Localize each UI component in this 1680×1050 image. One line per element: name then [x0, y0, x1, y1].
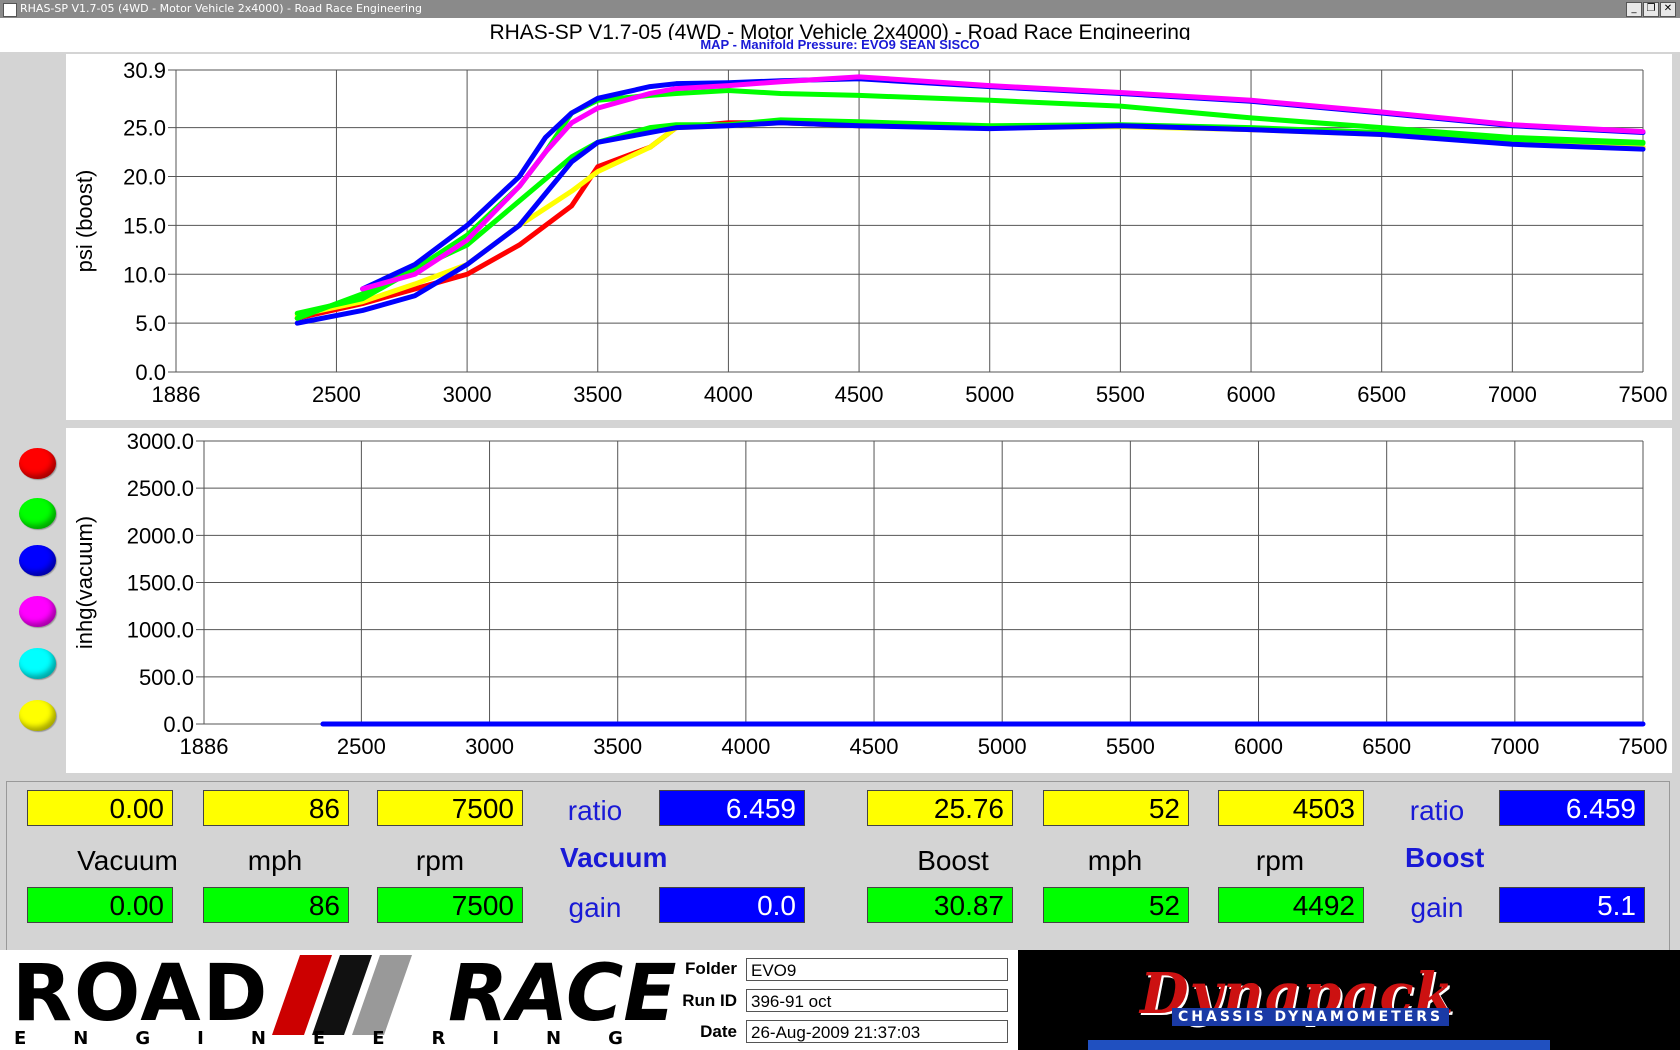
boost-gain-value[interactable]: 5.1 [1499, 887, 1645, 923]
y-tick-label: 15.0 [123, 213, 166, 238]
y-tick-label: 500.0 [139, 665, 194, 690]
x-tick-label: 4500 [835, 382, 884, 407]
boost-rpm-yellow: 4503 [1218, 790, 1364, 826]
x-tick-label: 7500 [1619, 734, 1668, 759]
folder-label: Folder [685, 959, 737, 978]
boost-value-green: 30.87 [867, 887, 1013, 923]
boost-gain-label: gain [1410, 892, 1464, 923]
boost-ratio-label: ratio [1409, 795, 1465, 826]
window-titlebar[interactable]: RHAS-SP V1.7-05 (4WD - Motor Vehicle 2x4… [0, 0, 1680, 18]
x-tick-label: 5500 [1096, 382, 1145, 407]
vacuum-rpm-label: rpm [415, 845, 465, 876]
logo-stripes [272, 955, 412, 1035]
boost-chart[interactable]: 1886 2500 3000 3500 4000 4500 5000 5500 6000 6500… [66, 54, 1672, 420]
y-tick-label: 10.0 [123, 262, 166, 287]
x-tick-label: 7000 [1488, 382, 1537, 407]
x-tick-label: 3500 [593, 734, 642, 759]
legend-dot-4[interactable] [19, 596, 56, 627]
boost-mph-yellow: 52 [1043, 790, 1189, 826]
chart-title: MAP - Manifold Pressure: EVO9 SEAN SISCO [700, 37, 980, 52]
vacuum-rpm-green: 7500 [377, 887, 523, 923]
x-tick-label: 7500 [1619, 382, 1668, 407]
boost-rpm-label: rpm [1255, 845, 1305, 876]
vacuum-chart-panel[interactable]: 1886 2500 3000 3500 4000 4500 5000 5500 6000 6500… [66, 428, 1672, 773]
legend-dot-5[interactable] [19, 648, 56, 679]
logo-road-text: ROAD [12, 949, 270, 1039]
series-line-3 [294, 117, 1646, 316]
x-tick-label: 4000 [704, 382, 753, 407]
x-tick-label: 2500 [312, 382, 361, 407]
x-tick-label: 3000 [443, 382, 492, 407]
y-tick-label: 3000.0 [127, 429, 194, 454]
y-tick-label: 0.0 [163, 712, 194, 737]
x-tick-label: 6000 [1234, 734, 1283, 759]
date-label: Date [700, 1022, 737, 1041]
legend-dot-1[interactable] [19, 448, 56, 479]
vacuum-label: Vacuum [77, 845, 178, 876]
y-tick-label: 5.0 [135, 311, 166, 336]
vacuum-mph-label: mph [247, 845, 303, 876]
vacuum-section-label: Vacuum [560, 842, 668, 873]
boost-mph-label: mph [1087, 845, 1143, 876]
x-tick-label: 4000 [721, 734, 770, 759]
boost-mph-green: 52 [1043, 887, 1189, 923]
vacuum-mph-green: 86 [203, 887, 349, 923]
legend-dot-2[interactable] [19, 498, 56, 529]
vacuum-ratio-label: ratio [567, 795, 623, 826]
x-tick-label: 4500 [850, 734, 899, 759]
y-tick-label: 1000.0 [127, 618, 194, 643]
x-tick-label: 6000 [1227, 382, 1276, 407]
boost-label: Boost [917, 845, 989, 876]
x-tick-label: 2500 [337, 734, 386, 759]
y-axis-label: inhg(vacuum) [72, 516, 97, 649]
legend-dot-3[interactable] [19, 545, 56, 576]
date-field[interactable]: 26-Aug-2009 21:37:03 [746, 1020, 1008, 1043]
y-tick-label: 25.0 [123, 116, 166, 141]
vacuum-gain-value[interactable]: 0.0 [659, 887, 805, 923]
vacuum-gain-label: gain [568, 892, 622, 923]
y-tick-label: 0.0 [135, 360, 166, 385]
logo-race-text: RACE [448, 949, 677, 1039]
logo-engineering-text: ENGINEERING [14, 1028, 670, 1049]
x-tick-label: 1886 [180, 734, 229, 759]
vacuum-value-yellow: 0.00 [27, 790, 173, 826]
runid-label: Run ID [682, 991, 737, 1010]
y-tick-label: 20.0 [123, 165, 166, 190]
vacuum-ratio-value[interactable]: 6.459 [659, 790, 805, 826]
runid-field[interactable]: 396-91 oct [746, 989, 1008, 1012]
boost-chart-panel[interactable]: 1886 2500 3000 3500 4000 4500 5000 5500 6000 6500… [66, 54, 1672, 420]
boost-ratio-value[interactable]: 6.459 [1499, 790, 1645, 826]
boost-section-label: Boost [1405, 842, 1485, 873]
y-tick-label: 2500.0 [127, 476, 194, 501]
vacuum-value-green: 0.00 [27, 887, 173, 923]
window-title: RHAS-SP V1.7-05 (4WD - Motor Vehicle 2x4… [20, 2, 423, 15]
y-tick-label: 30.9 [123, 58, 166, 83]
x-tick-label: 1886 [152, 382, 201, 407]
x-tick-label: 6500 [1357, 382, 1406, 407]
dynapack-subtitle: CHASSIS DYNAMOMETERS [1172, 1008, 1450, 1026]
close-button[interactable]: ✕ [1660, 2, 1676, 17]
boost-value-yellow: 25.76 [867, 790, 1013, 826]
taskbar-fragment [1088, 1040, 1550, 1050]
minimize-button[interactable]: _ [1626, 2, 1642, 17]
restore-button[interactable]: ❐ [1643, 2, 1659, 17]
y-axis-label: psi (boost) [72, 170, 97, 273]
vacuum-chart[interactable]: 1886 2500 3000 3500 4000 4500 5000 5500 6000 6500… [66, 428, 1672, 773]
x-tick-label: 7000 [1490, 734, 1539, 759]
app-icon [3, 3, 17, 17]
vacuum-mph-yellow: 86 [203, 790, 349, 826]
boost-rpm-green: 4492 [1218, 887, 1364, 923]
vacuum-rpm-yellow: 7500 [377, 790, 523, 826]
x-tick-label: 3000 [465, 734, 514, 759]
y-tick-label: 1500.0 [127, 571, 194, 596]
x-tick-label: 3500 [573, 382, 622, 407]
series-line-4 [294, 120, 1646, 326]
legend-dot-6[interactable] [19, 700, 56, 731]
y-tick-label: 2000.0 [127, 523, 194, 548]
x-tick-label: 5500 [1106, 734, 1155, 759]
x-tick-label: 5000 [978, 734, 1027, 759]
folder-field[interactable]: EVO9 [746, 958, 1008, 981]
x-tick-label: 6500 [1362, 734, 1411, 759]
x-tick-label: 5000 [965, 382, 1014, 407]
